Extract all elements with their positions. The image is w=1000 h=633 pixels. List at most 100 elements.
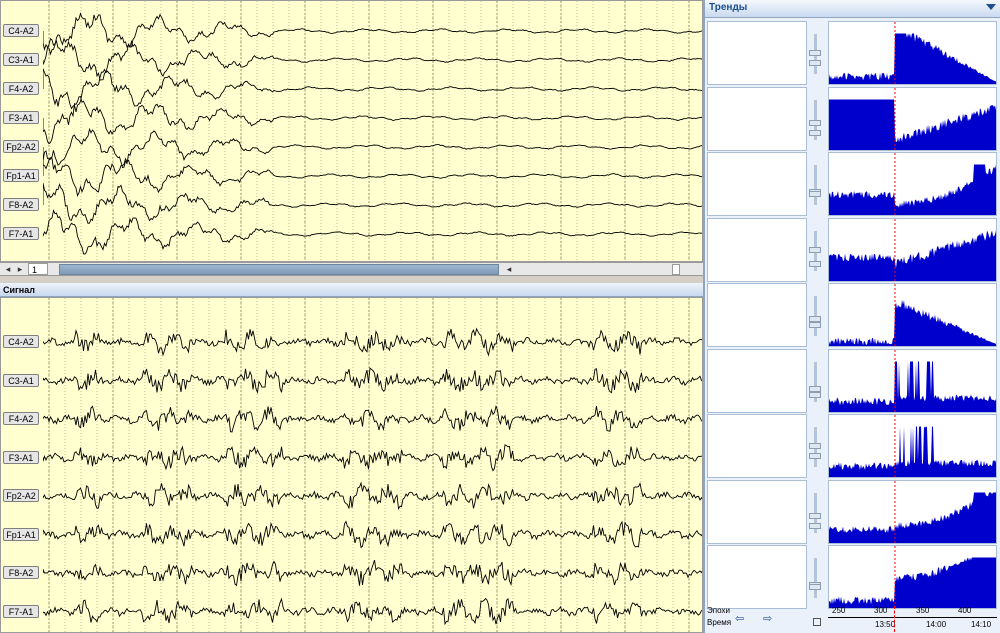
- trend-chart: [828, 217, 997, 282]
- channel-label[interactable]: Fp1-A1: [3, 169, 39, 182]
- trend-chart: [828, 348, 997, 413]
- channel-label[interactable]: F3-A1: [3, 450, 39, 464]
- trend-bars: [829, 361, 996, 412]
- trends-title: Тренды: [709, 2, 748, 13]
- trend-chart: [828, 414, 997, 478]
- eeg-trace: [42, 37, 702, 81]
- trend-row: [705, 151, 1000, 217]
- trend-value-box: [707, 217, 807, 282]
- page-number-field[interactable]: 1: [28, 263, 48, 275]
- scale-knob[interactable]: [809, 191, 821, 197]
- scale-knob[interactable]: [809, 50, 821, 56]
- trend-scale[interactable]: [808, 151, 828, 217]
- scale-slider[interactable]: [814, 165, 817, 205]
- scale-knob[interactable]: [809, 260, 821, 267]
- trend-bars: [829, 299, 996, 346]
- scale-knob[interactable]: [809, 443, 821, 449]
- eeg-trace: [42, 481, 702, 511]
- eeg-trace: [42, 209, 702, 255]
- scale-knob[interactable]: [809, 453, 821, 459]
- nav-back-icon[interactable]: ⇦: [735, 612, 744, 625]
- trend-scale[interactable]: [808, 282, 828, 348]
- trend-value-box: [707, 21, 807, 85]
- trend-row: [705, 282, 1000, 348]
- clock-icon[interactable]: [813, 618, 821, 626]
- scroll-thumb[interactable]: [59, 264, 499, 275]
- scale-knob[interactable]: [809, 119, 821, 126]
- eeg-trace: [42, 597, 702, 626]
- eeg-bottom-panel: C4-A2 C3-A1 F4-A2 F3-A1 Fp2-A2 Fp1-A1 F8-A2 F7-…: [0, 297, 703, 633]
- channel-label[interactable]: F7-A1: [3, 227, 39, 240]
- axis-time-tick: 14:00: [926, 620, 947, 629]
- scale-knob[interactable]: [809, 512, 821, 519]
- axis-epoch-tick: 400: [958, 606, 972, 615]
- channel-label[interactable]: F4-A2: [3, 82, 39, 95]
- channel-label[interactable]: C4-A2: [3, 24, 39, 37]
- trend-scale[interactable]: [808, 217, 828, 283]
- scroll-right-icon[interactable]: ▸: [14, 264, 26, 275]
- trend-scale[interactable]: [808, 348, 828, 414]
- trend-row: [705, 348, 1000, 414]
- trend-value-box: [707, 86, 807, 151]
- axis-epoch-tick: 300: [874, 606, 888, 615]
- channel-label[interactable]: F4-A2: [3, 412, 39, 425]
- trend-chart: [828, 21, 997, 85]
- eeg-trace: [42, 182, 702, 224]
- trend-row: [705, 413, 1000, 479]
- trend-bars: [829, 99, 996, 150]
- scale-knob[interactable]: [809, 129, 821, 136]
- top-scrollbar[interactable]: ◂ ▸ 1 ◂: [0, 262, 703, 276]
- trend-bars: [829, 557, 996, 608]
- axis-epoch-tick: 250: [832, 606, 846, 615]
- eeg-trace: [42, 95, 702, 145]
- trend-chart: [828, 283, 997, 347]
- eeg-trace: [42, 404, 702, 433]
- scroll-left2-icon[interactable]: ◂: [503, 264, 515, 275]
- footer-labels: Эпохи Время: [707, 606, 731, 627]
- trend-row: [705, 217, 1000, 283]
- channel-label[interactable]: Fp1-A1: [3, 527, 39, 541]
- trend-scale[interactable]: [808, 544, 828, 610]
- trend-value-box: [707, 348, 807, 413]
- channel-label[interactable]: C3-A1: [3, 373, 39, 387]
- scroll-left-icon[interactable]: ◂: [2, 264, 14, 275]
- scale-knob[interactable]: [809, 322, 821, 328]
- channel-label[interactable]: F3-A1: [3, 111, 39, 124]
- channel-label[interactable]: C3-A1: [3, 53, 39, 66]
- scale-slider[interactable]: [814, 558, 817, 598]
- channel-label[interactable]: Fp2-A2: [3, 489, 39, 502]
- trend-chart: [828, 152, 997, 216]
- scale-knob[interactable]: [809, 60, 821, 66]
- collapse-arrow-icon[interactable]: [986, 4, 996, 10]
- channel-labels-bottom: C4-A2 C3-A1 F4-A2 F3-A1 Fp2-A2 Fp1-A1 F8-A2 F7-…: [1, 298, 43, 632]
- channel-label[interactable]: Fp2-A2: [3, 140, 39, 153]
- trends-panel: Тренды Эпохи Время ⇦ ⇨ 250 300 350 400 1…: [703, 0, 1000, 633]
- trend-chart: [828, 86, 997, 151]
- eeg-top-plot: [42, 1, 702, 261]
- channel-label[interactable]: F8-A2: [3, 566, 39, 579]
- channel-label[interactable]: F8-A2: [3, 198, 39, 211]
- eeg-trace: [42, 367, 702, 394]
- scale-knob[interactable]: [809, 391, 821, 398]
- channel-label[interactable]: C4-A2: [3, 335, 39, 348]
- trend-scale[interactable]: [808, 86, 828, 152]
- eeg-trace: [42, 12, 702, 56]
- axis-epoch-tick: 350: [916, 606, 930, 615]
- eeg-trace: [42, 559, 702, 587]
- nav-forward-icon[interactable]: ⇨: [763, 612, 772, 625]
- trend-chart: [828, 479, 997, 544]
- scale-knob[interactable]: [809, 246, 821, 253]
- scroll-handle-icon[interactable]: [672, 264, 680, 275]
- channel-label[interactable]: F7-A1: [3, 604, 39, 618]
- axis-time-tick: 14:10: [971, 620, 992, 629]
- eeg-trace: [42, 327, 702, 357]
- scale-knob[interactable]: [809, 522, 821, 529]
- trend-scale[interactable]: [808, 20, 828, 86]
- trend-row: [705, 544, 1000, 610]
- eeg-trace: [42, 520, 702, 549]
- trend-chart: [828, 545, 997, 609]
- trend-scale[interactable]: [808, 413, 828, 479]
- scale-knob[interactable]: [809, 584, 821, 590]
- trend-bars: [829, 492, 996, 543]
- trend-scale[interactable]: [808, 479, 828, 545]
